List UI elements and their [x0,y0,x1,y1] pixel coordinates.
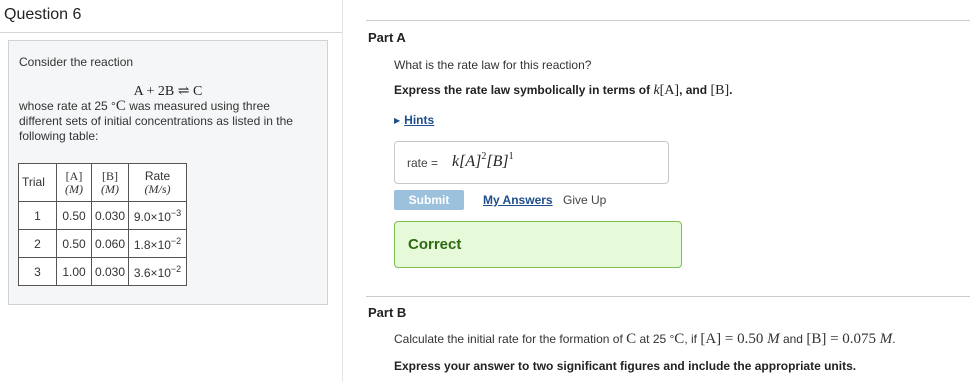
cell-b: 0.060 [90,229,130,258]
answer-field[interactable]: rate = k[A]2[B]1 [394,141,669,184]
question-panel: Consider the reaction A + 2B ⇌ C whose r… [8,40,328,305]
prompt-3: , if [684,332,701,346]
rate-exponent: −3 [170,207,182,218]
prompt-1: Calculate the initial rate for the forma… [394,332,627,346]
question-title: Question 6 [4,6,82,23]
header-trial: Trial [18,163,57,202]
instruction-a: [A] [659,83,680,98]
answer-a: [A] [459,153,482,170]
give-up-link[interactable]: Give Up [563,193,606,207]
answer-b-exponent: 1 [508,151,514,162]
description-pre: whose rate at 25 ° [19,99,116,113]
cell-trial: 1 [18,201,57,230]
header-rate-unit: (M/s) [144,181,171,196]
header-b-unit: (M) [101,181,120,196]
cell-b: 0.030 [90,257,130,286]
column-divider [342,0,343,382]
header-rate-top: Rate [144,168,171,183]
part-b-divider [366,296,970,297]
table-row: 2 0.50 0.060 1.8×10−2 [18,229,188,258]
instruction-end: . [729,83,733,97]
cell-rate: 3.6×10−2 [128,257,188,286]
part-b-title: Part B [368,305,407,320]
part-a-prompt: What is the rate law for this reaction? [394,58,592,72]
header-b-top: [B] [102,168,119,183]
instruction-b: [B] [710,83,730,98]
part-b-prompt: Calculate the initial rate for the forma… [394,331,896,348]
cell-trial: 2 [18,229,57,258]
table-header-row: Trial [A] (M) [B] (M) Rate (M/s) [18,163,188,202]
prompt-b: [B] = 0.075 [806,331,880,347]
answer-value: k[A]2[B]1 [452,151,514,171]
prompt-c2: C [674,331,685,347]
prompt-and: and [779,332,807,346]
title-divider [0,32,342,33]
cell-b: 0.030 [90,201,130,230]
prompt-a: [A] = 0.50 [700,331,768,347]
prompt-end: . [892,332,896,346]
header-a-unit: (M) [65,181,83,196]
answer-label: rate = [407,156,439,170]
question-description: whose rate at 25 °C was measured using t… [19,99,314,144]
rate-exponent: −2 [170,235,182,246]
hints-label: Hints [404,113,435,127]
expand-arrow-icon: ▶ [394,116,401,125]
prompt-2: at 25 ° [636,332,675,346]
feedback-text: Correct [408,236,462,253]
cell-a: 0.50 [56,229,92,258]
question-intro: Consider the reaction [19,55,134,69]
header-a-top: [A] [65,168,83,183]
part-a-title: Part A [368,30,406,45]
part-a-divider [366,20,970,21]
answer-b: [B] [486,153,509,170]
my-answers-link[interactable]: My Answers [483,193,553,207]
header-rate: Rate (M/s) [128,163,188,202]
submit-button[interactable]: Submit [394,190,464,210]
cell-rate: 1.8×10−2 [128,229,188,258]
feedback-panel: Correct [394,221,682,268]
header-a: [A] (M) [56,163,92,202]
rate-exponent: −2 [170,263,182,274]
cell-trial: 3 [18,257,57,286]
prompt-m1: M [767,331,780,347]
table-row: 1 0.50 0.030 9.0×10−3 [18,201,188,230]
concentration-table: Trial [A] (M) [B] (M) Rate (M/s) 1 0.50 0.0… [18,163,188,286]
table-row: 3 1.00 0.030 3.6×10−2 [18,257,188,286]
prompt-c: C [626,331,637,347]
rate-base: 9.0×10 [133,209,171,224]
rate-base: 1.8×10 [133,237,171,252]
description-c: C [115,98,126,114]
rate-base: 3.6×10 [133,265,171,280]
reaction-equation: A + 2B ⇌ C [133,84,203,99]
part-b-instruction: Express your answer to two significant f… [394,359,857,373]
part-a-instruction: Express the rate law symbolically in ter… [394,83,732,99]
prompt-m2: M [879,331,893,347]
cell-a: 1.00 [56,257,92,286]
cell-rate: 9.0×10−3 [128,201,188,230]
hints-link[interactable]: ▶ Hints [394,113,434,127]
header-b: [B] (M) [90,163,130,202]
instruction-pre: Express the rate law symbolically in ter… [394,83,654,97]
instruction-and: , and [679,83,711,97]
cell-a: 0.50 [56,201,92,230]
